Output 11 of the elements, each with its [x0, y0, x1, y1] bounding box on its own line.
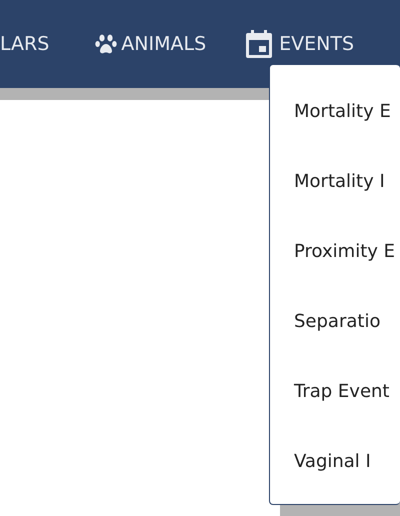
nav-link[interactable]: LARS [0, 30, 50, 58]
calendar-icon [246, 30, 272, 58]
nav-link[interactable]: ANIMALS [95, 30, 206, 58]
menu-item[interactable]: Mortality E [294, 98, 391, 124]
menu-item[interactable]: Trap Event [294, 378, 390, 404]
menu-item[interactable]: Proximity E [294, 238, 395, 264]
nav-link[interactable]: EVENTS [246, 30, 354, 58]
menu-item[interactable]: Vaginal I [294, 448, 371, 474]
menu-item[interactable]: Separatio [294, 308, 380, 334]
menu-item[interactable]: Mortality I [294, 168, 385, 194]
paw-icon [95, 34, 118, 54]
